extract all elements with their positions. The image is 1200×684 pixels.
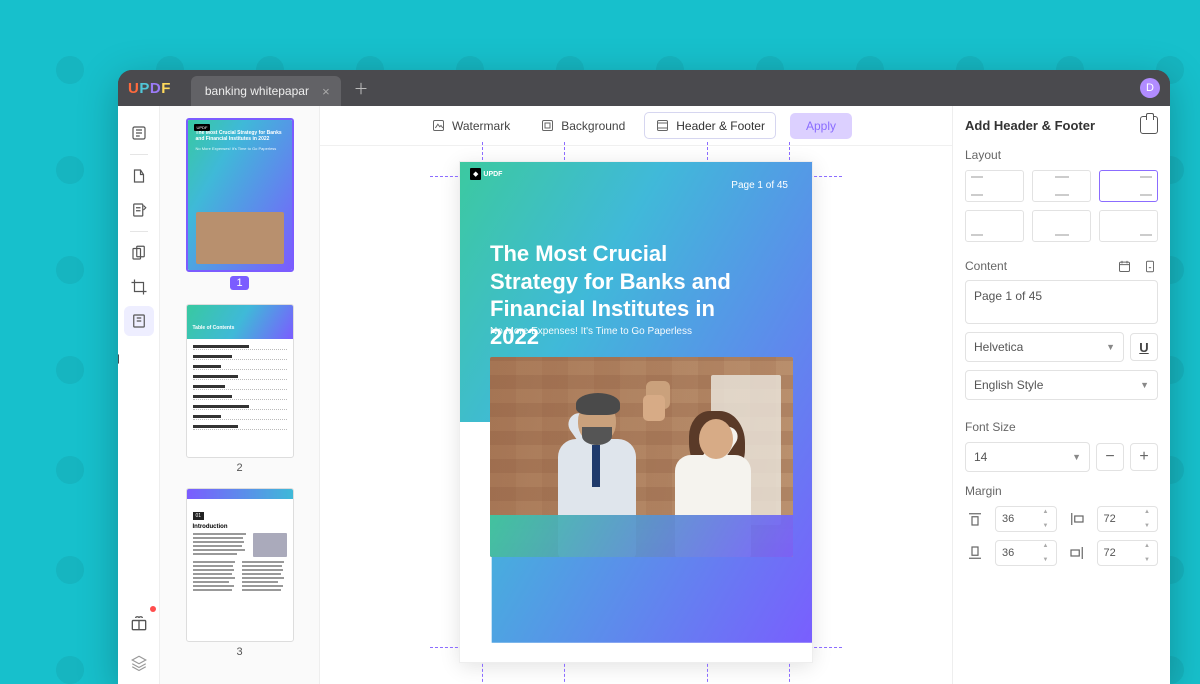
style-value: English Style xyxy=(974,378,1043,392)
crop-tool[interactable] xyxy=(124,272,154,302)
thumb-number-1: 1 xyxy=(230,276,248,290)
content-input[interactable]: Page 1 of 45 xyxy=(965,280,1158,324)
layers-button[interactable] xyxy=(124,648,154,678)
chevron-down-icon: ▼ xyxy=(1140,380,1149,390)
thumbnail-strip: UPDF The Most Crucial Strategy for Banks… xyxy=(160,106,320,684)
layout-opt-1[interactable] xyxy=(965,170,1024,202)
font-value: Helvetica xyxy=(974,340,1023,354)
notification-badge xyxy=(150,606,156,612)
font-size-label: Font Size xyxy=(965,420,1158,434)
organize-tool[interactable] xyxy=(124,238,154,268)
new-tab-button[interactable]: ＋ xyxy=(349,76,373,100)
thumb-sub: No More Expenses! It's Time to Go Paperl… xyxy=(188,144,292,153)
close-icon[interactable]: × xyxy=(319,84,333,98)
decrease-button[interactable]: − xyxy=(1096,443,1124,471)
layout-label: Layout xyxy=(965,148,1158,162)
gift-button[interactable] xyxy=(124,608,154,638)
btn-label: Background xyxy=(561,119,625,133)
watermark-icon xyxy=(431,118,446,133)
chevron-down-icon: ▼ xyxy=(1106,342,1115,352)
toc-title: Table of Contents xyxy=(187,305,293,331)
layout-grid xyxy=(965,170,1158,242)
margin-right-input[interactable]: 72▲▼ xyxy=(1097,540,1159,566)
date-icon[interactable] xyxy=(1116,258,1132,274)
header-footer-icon xyxy=(655,118,670,133)
edit-tool[interactable] xyxy=(124,195,154,225)
canvas: Watermark Background Header & Footer App… xyxy=(320,106,952,684)
margin-left-icon xyxy=(1067,509,1087,529)
margin-bottom-icon xyxy=(965,543,985,563)
hero-image xyxy=(490,357,793,557)
margin-label: Margin xyxy=(965,484,1158,498)
properties-panel: Add Header & Footer Layout Content xyxy=(952,106,1170,684)
background-button[interactable]: Background xyxy=(529,112,636,139)
thumbnail-1[interactable]: UPDF The Most Crucial Strategy for Banks… xyxy=(186,118,294,272)
chapter-num: 01 xyxy=(193,512,205,520)
header-footer-button[interactable]: Header & Footer xyxy=(644,112,776,139)
reader-tool[interactable] xyxy=(124,118,154,148)
avatar[interactable]: D xyxy=(1140,78,1160,98)
thumbnail-3[interactable]: 01 Introduction xyxy=(186,488,294,642)
main-area: UPDF The Most Crucial Strategy for Banks… xyxy=(118,106,1170,684)
font-select[interactable]: Helvetica ▼ xyxy=(965,332,1124,362)
panel-title: Add Header & Footer xyxy=(965,118,1095,133)
page-subtitle: No More Expenses! It's Time to Go Paperl… xyxy=(490,326,692,337)
titlebar: UPDF banking whitepapar × ＋ D xyxy=(118,70,1170,106)
save-template-icon[interactable] xyxy=(1140,116,1158,134)
number-style-select[interactable]: English Style ▼ xyxy=(965,370,1158,400)
page-number-icon[interactable] xyxy=(1142,258,1158,274)
margin-left-input[interactable]: 72▲▼ xyxy=(1097,506,1159,532)
tab-title: banking whitepapar xyxy=(205,84,309,98)
size-value: 14 xyxy=(974,450,987,464)
layout-opt-5[interactable] xyxy=(1032,210,1091,242)
chevron-down-icon: ▼ xyxy=(1072,452,1081,462)
thumbnail-2[interactable]: Table of Contents xyxy=(186,304,294,458)
page-tools-bar: Watermark Background Header & Footer App… xyxy=(320,106,952,146)
layout-opt-4[interactable] xyxy=(965,210,1024,242)
layout-opt-3[interactable] xyxy=(1099,170,1158,202)
font-size-select[interactable]: 14 ▼ xyxy=(965,442,1090,472)
page-logo: ◆UPDF xyxy=(470,168,502,180)
margin-top-input[interactable]: 36▲▼ xyxy=(995,506,1057,532)
rail-indicator xyxy=(118,354,119,364)
btn-label: Watermark xyxy=(452,119,510,133)
document-tab[interactable]: banking whitepapar × xyxy=(191,76,341,106)
background-icon xyxy=(540,118,555,133)
margin-bottom-input[interactable]: 36▲▼ xyxy=(995,540,1057,566)
content-label: Content xyxy=(965,259,1007,273)
margin-right-icon xyxy=(1067,543,1087,563)
thumb-number-3: 3 xyxy=(236,646,242,658)
header-text: Page 1 of 45 xyxy=(731,180,788,191)
btn-label: Header & Footer xyxy=(676,119,765,133)
chapter-title: Introduction xyxy=(193,524,287,530)
apply-button[interactable]: Apply xyxy=(790,113,852,139)
app-window: UPDF banking whitepapar × ＋ D xyxy=(118,70,1170,684)
layout-opt-2[interactable] xyxy=(1032,170,1091,202)
layout-opt-6[interactable] xyxy=(1099,210,1158,242)
page-tools[interactable] xyxy=(124,306,154,336)
thumb-number-2: 2 xyxy=(236,462,242,474)
increase-button[interactable]: + xyxy=(1130,443,1158,471)
watermark-button[interactable]: Watermark xyxy=(420,112,521,139)
highlight-tool[interactable] xyxy=(124,161,154,191)
margin-top-icon xyxy=(965,509,985,529)
tool-rail xyxy=(118,106,160,684)
underline-button[interactable]: U xyxy=(1130,333,1158,361)
page-stage[interactable]: ◆UPDF Page 1 of 45 The Most Crucial Stra… xyxy=(320,146,952,684)
page-preview: ◆UPDF Page 1 of 45 The Most Crucial Stra… xyxy=(460,162,812,662)
app-logo: UPDF xyxy=(128,80,171,97)
